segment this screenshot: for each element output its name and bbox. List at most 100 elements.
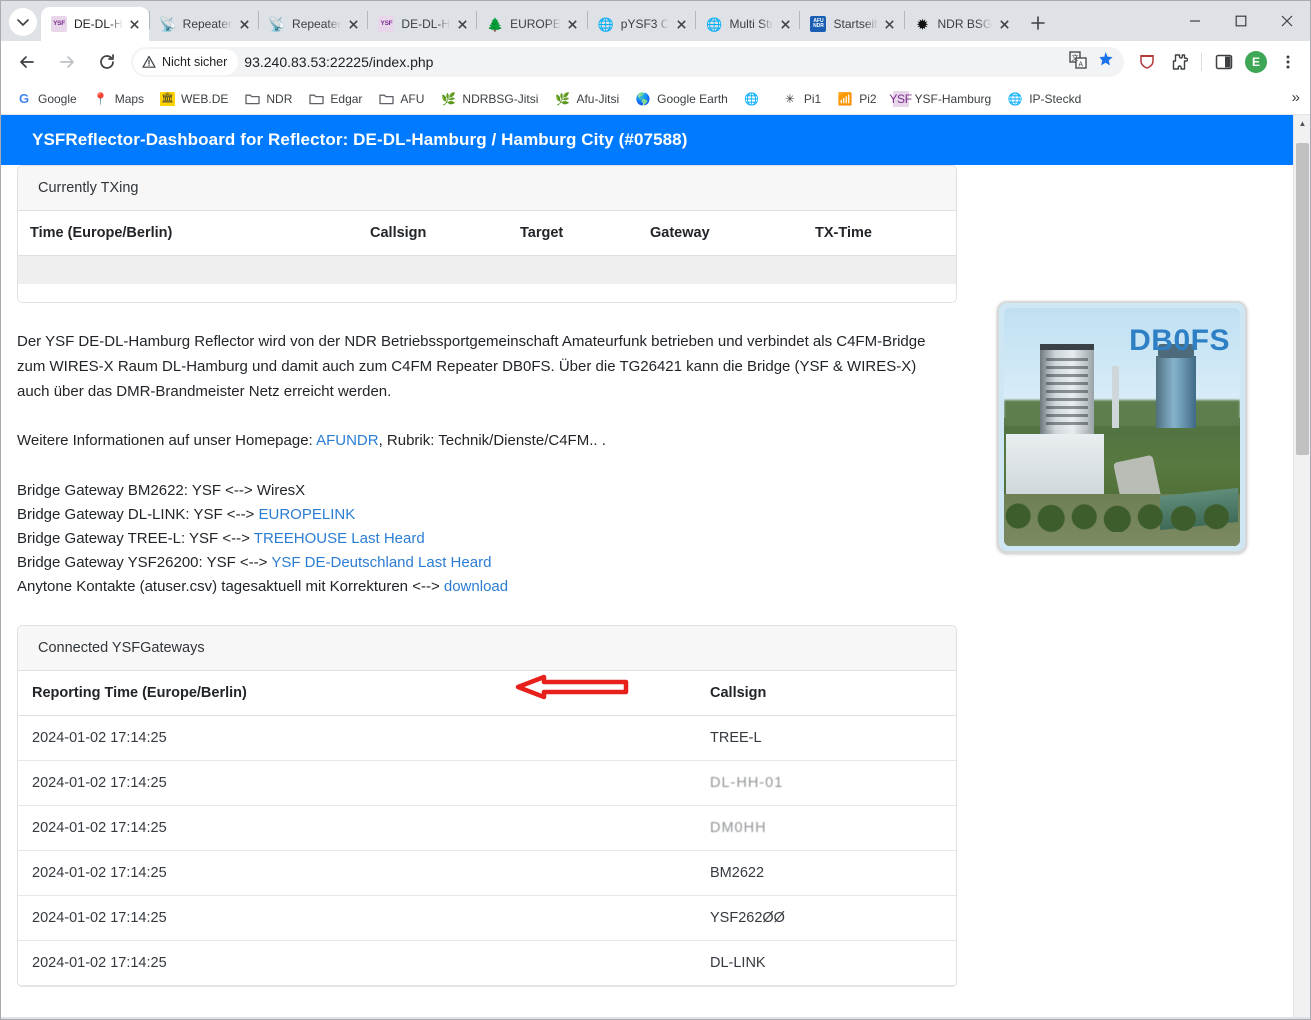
download-link[interactable]: download [444,578,508,595]
table-row[interactable]: 2024-01-02 17:14:25 DM0HH [18,805,956,851]
column-header-time: Time (Europe/Berlin) [18,211,358,256]
tab-close-icon[interactable] [236,16,252,32]
cell-time: 2024-01-02 17:14:25 [18,715,698,761]
page-title: YSFReflector-Dashboard for Reflector: DE… [1,115,1295,165]
url-text[interactable]: 93.240.83.53:22225/index.php [244,54,433,70]
bookmark-pi1[interactable]: ✳ Pi1 [775,88,828,110]
bookmark-ysf-hamburg[interactable]: YSF YSF-Hamburg [886,88,999,110]
treehouse-last-heard-link[interactable]: TREEHOUSE Last Heard [254,530,425,547]
bookmarks-overflow-button[interactable]: » [1292,89,1300,106]
bookmark-webde[interactable]: 🏛 WEB.DE [153,89,235,109]
browser-window: YSF DE-DL-H 📡 Repeater 📡 Repeater YSF DE… [0,0,1311,1020]
google-icon: G [18,91,30,106]
tab-search-button[interactable] [9,8,37,36]
tab-close-icon[interactable] [565,16,581,32]
tab-close-icon[interactable] [673,16,689,32]
bookmark-google[interactable]: G Google [9,88,84,110]
page-scrollbar[interactable]: ▲ [1293,115,1310,1017]
homepage-suffix: , Rubrik: Technik/Dienste/C4FM.. . [378,431,606,449]
table-row[interactable]: 2024-01-02 17:14:25 DL-LINK [18,940,956,986]
reflector-description: Der YSF DE-DL-Hamburg Reflector wird von… [17,332,926,400]
ysf-de-deutschland-last-heard-link[interactable]: YSF DE-Deutschland Last Heard [271,554,491,571]
reload-button[interactable] [92,47,122,77]
currently-txing-card: Currently TXing Time (Europe/Berlin) Cal… [17,165,957,303]
globe-icon: 🌐 [706,16,723,32]
minimize-icon [1190,20,1200,22]
close-icon [1281,15,1293,27]
table-row[interactable]: 2024-01-02 17:14:25 TREE-L [18,715,956,761]
table-row[interactable]: 2024-01-02 17:14:25 DL-HH-01 [18,760,956,806]
tab-close-icon[interactable] [777,16,793,32]
tab-title: DE-DL-H [401,17,451,31]
tab-close-icon[interactable] [127,16,143,32]
tab-close-icon[interactable] [454,16,470,32]
bookmark-pi2[interactable]: 📶 Pi2 [830,88,883,110]
bookmark-google-earth[interactable]: 🌎 Google Earth [628,88,735,110]
folder-icon [378,91,394,107]
forward-arrow-icon [60,56,74,68]
bookmark-ndrbsg-jitsi[interactable]: 🌿 NDRBSG-Jitsi [433,88,545,110]
shield-extension-icon[interactable] [1133,48,1161,76]
tab-close-icon[interactable] [996,16,1012,32]
kebab-menu-icon[interactable] [1274,48,1302,76]
browser-tab-4[interactable]: 🌲 EUROPE [477,7,587,41]
browser-tab-1[interactable]: 📡 Repeater [150,7,258,41]
tab-title: Repeater [182,17,233,31]
card-title: Connected YSFGateways [18,625,956,671]
forward-button[interactable] [52,47,82,77]
europelink-link[interactable]: EUROPELINK [259,506,356,523]
svg-text:A: A [1078,61,1083,68]
browser-tab-6[interactable]: 🌐 Multi Str [696,7,799,41]
bookmark-globe-unnamed[interactable]: 🌐 [737,88,773,110]
extensions-puzzle-icon[interactable] [1165,48,1193,76]
translate-icon[interactable]: 文A [1069,50,1087,74]
bookmark-star-icon[interactable] [1097,51,1114,73]
bookmark-label: AFU [400,91,425,106]
tab-title: NDR BSG [937,17,993,31]
bookmark-folder-afu[interactable]: AFU [371,88,431,110]
antenna-icon: ✳ [784,91,795,106]
browser-tab-5[interactable]: 🌐 pYSF3 C [588,7,696,41]
address-bar[interactable]: Nicht sicher 93.240.83.53:22225/index.ph… [131,47,1124,77]
window-controls [1172,1,1310,41]
close-button[interactable] [1264,2,1310,40]
back-button[interactable] [12,47,42,77]
profile-avatar[interactable]: E [1242,48,1270,76]
bridge-row-ysf26200: Bridge Gateway YSF26200: YSF <--> YSF DE… [17,551,1295,575]
browser-tab-0[interactable]: YSF DE-DL-H [41,7,149,41]
cell-time: 2024-01-02 17:14:25 [18,895,698,941]
photo-highrise [1040,344,1094,434]
cell-callsign: BM2622 [698,850,956,896]
minimize-button[interactable] [1172,2,1218,40]
tab-title: Startseit [833,17,878,31]
scroll-up-arrow-icon[interactable]: ▲ [1294,115,1310,132]
side-panel-icon[interactable] [1210,48,1238,76]
tab-close-icon[interactable] [882,16,898,32]
bookmark-folder-ndr[interactable]: NDR [237,88,299,110]
bookmark-maps[interactable]: 📍 Maps [86,88,151,110]
browser-tab-8[interactable]: ✹ NDR BSG [905,7,1019,41]
tab-title: Repeater [292,17,342,31]
afundr-link[interactable]: AFUNDR [316,432,379,449]
maximize-button[interactable] [1218,2,1264,40]
browser-tab-7[interactable]: AFU NDR Startseit [800,7,903,41]
cell-callsign-redacted: DM0HH [698,805,956,851]
bookmark-label: Pi1 [803,91,822,106]
homepage-prefix: Weitere Informationen auf unser Homepage… [17,431,317,449]
table-row[interactable]: 2024-01-02 17:14:25 BM2622 [18,850,956,896]
cell-callsign: TREE-L [698,715,956,761]
new-tab-button[interactable] [1024,9,1052,37]
bookmark-ip-steckd[interactable]: 🌐 IP-Steckd [1000,88,1088,110]
bookmark-folder-edgar[interactable]: Edgar [301,88,369,110]
browser-tab-3[interactable]: YSF DE-DL-H [368,7,476,41]
security-status-chip[interactable]: Nicht sicher [133,49,239,75]
bookmark-label: Google Earth [657,91,728,106]
globe-icon: 🌐 [1007,91,1023,106]
table-row-highlighted[interactable]: 2024-01-02 17:14:25 YSF262ØØ [18,895,956,941]
bookmark-afu-jitsi[interactable]: 🌿 Afu-Jitsi [547,88,626,110]
browser-tab-2[interactable]: 📡 Repeater [259,7,367,41]
tab-close-icon[interactable] [345,16,361,32]
plus-icon [1031,16,1045,30]
scrollbar-thumb[interactable] [1296,143,1309,455]
ysf-icon: YSF [889,90,912,107]
